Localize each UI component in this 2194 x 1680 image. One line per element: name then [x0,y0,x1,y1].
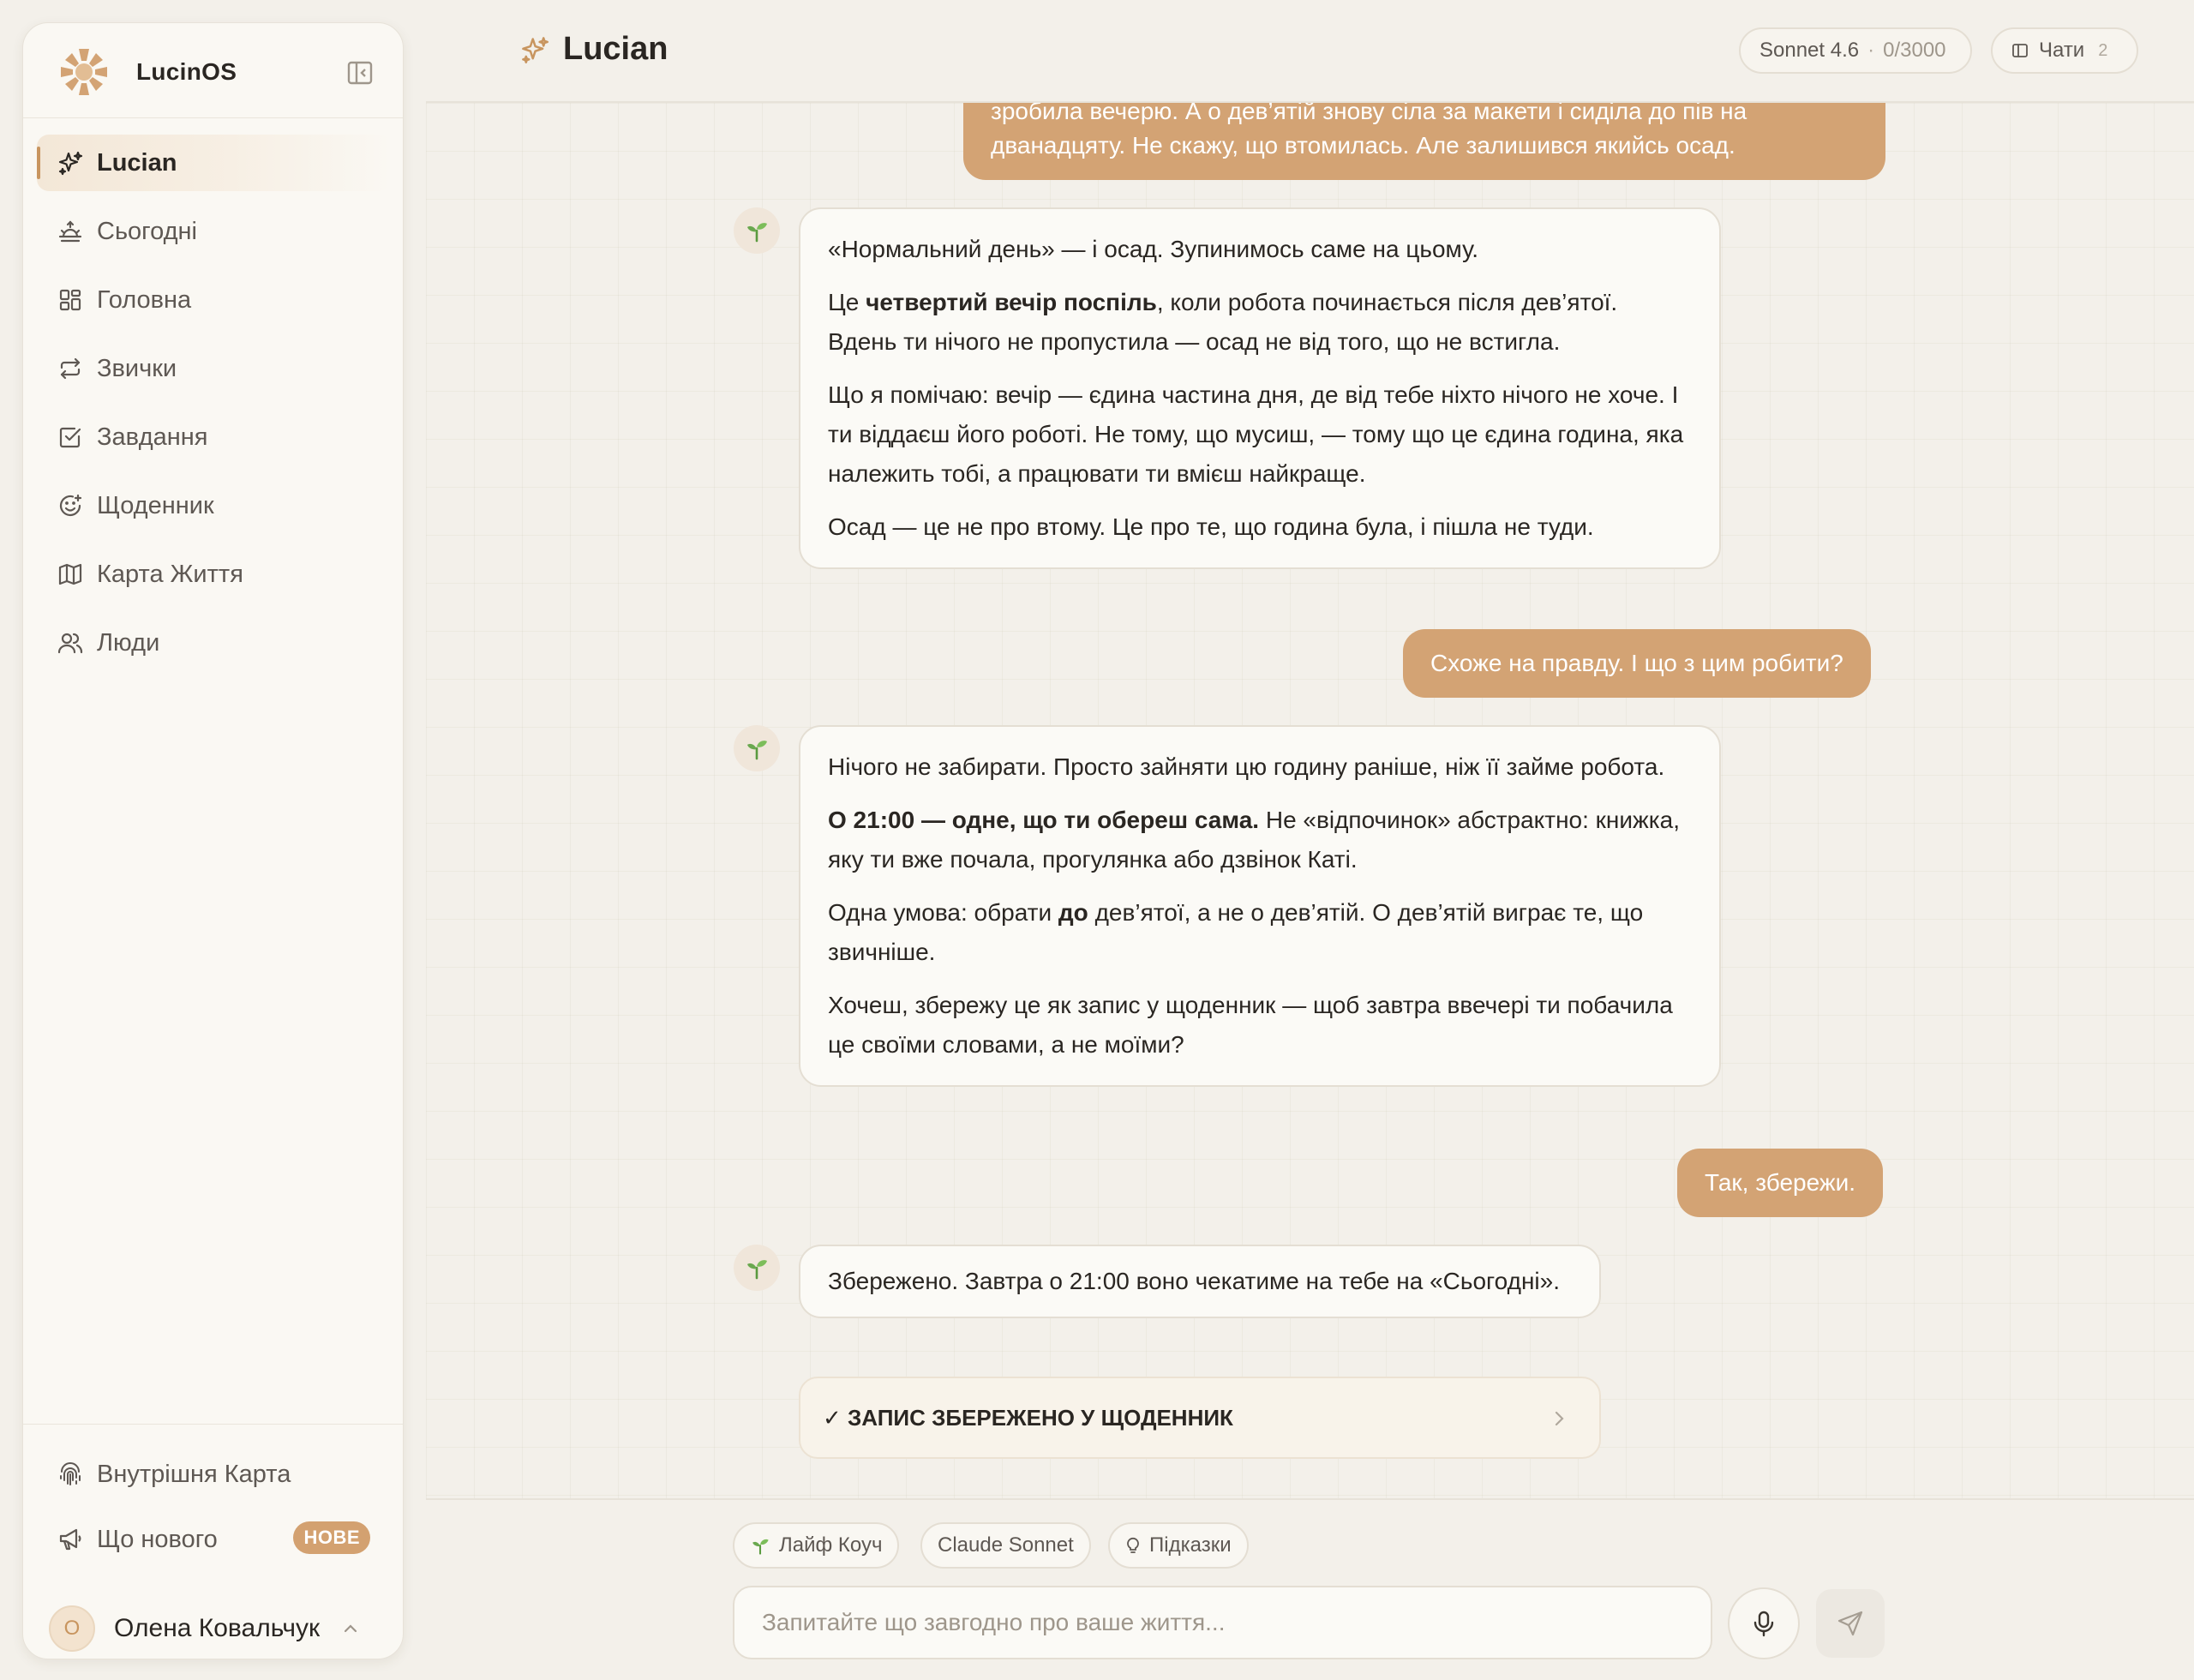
topbar: Lucian Sonnet 4.6 · 0/3000 Чати 2 [426,0,2194,103]
dashboard-icon [57,287,83,313]
microphone-icon [1752,1610,1776,1637]
sidebar-item-life-map[interactable]: Карта Життя [37,546,391,603]
user-message-line: дванадцяту. Не скажу, що втомилась. Але … [991,132,1735,159]
text-span: Це [828,289,866,315]
sidebar-item-label: Сьогодні [97,217,197,245]
sparkles-icon [57,150,83,176]
brand[interactable]: LucinOS [57,45,237,99]
bold-text: О 21:00 — одне, що ти обереш сама. [828,807,1260,833]
message-paragraph: Це четвертий вечір поспіль, коли робота … [828,283,1692,362]
chevron-right-icon [1550,1409,1568,1428]
model-selector[interactable]: Sonnet 4.6 · 0/3000 [1739,27,1972,74]
bold-text: до [1058,899,1088,926]
sidebar-item-people[interactable]: Люди [37,615,391,671]
message-paragraph: Збережено. Завтра о 21:00 воно чекатиме … [828,1268,1560,1294]
user-message: Так, збережи. [1677,1149,1884,1217]
sidebar-item-label: Щоденник [97,491,214,519]
message-paragraph: «Нормальний день» — і осад. Зупинимось с… [828,236,1479,262]
chip-label: Підказки [1149,1533,1232,1557]
message-paragraph: О 21:00 — одне, що ти обереш сама. Не «в… [828,801,1692,879]
separator-dot: · [1867,39,1875,62]
page-title: Lucian [520,31,668,68]
send-icon [1836,1609,1865,1638]
sidebar-item-habits[interactable]: Звички [37,340,391,397]
assistant-avatar [734,207,780,254]
sidebar-item-label: Люди [97,628,160,657]
mic-button[interactable] [1728,1587,1800,1659]
sidebar-divider [23,117,403,118]
lucinos-logo-icon [57,45,111,99]
user-menu[interactable]: О Олена Ковальчук [49,1602,379,1655]
assistant-avatar [734,725,780,771]
users-icon [57,630,83,656]
chip-hints[interactable]: Підказки [1108,1522,1249,1569]
panel-icon [2011,42,2029,59]
lightbulb-icon [1125,1536,1141,1555]
sidebar-item-tasks[interactable]: Завдання [37,409,391,465]
chip-label: Claude Sonnet [938,1533,1074,1557]
repeat-icon [57,356,83,381]
sidebar-item-home[interactable]: Головна [37,272,391,328]
sidebar-item-label: Звички [97,354,177,382]
send-button[interactable] [1816,1589,1885,1658]
sprout-icon [747,741,767,760]
page-title-text: Lucian [563,31,668,67]
sidebar-item-label: Lucian [97,148,177,177]
sidebar-item-label: Завдання [97,423,208,451]
sidebar-nav: Lucian Сьогодні Головна Звички Завдання … [37,135,391,683]
app-name: LucinOS [136,58,237,85]
assistant-message: Збережено. Завтра о 21:00 воно чекатиме … [799,1245,1601,1318]
bold-text: четвертий вечір поспіль [866,289,1157,315]
map-icon [57,561,83,587]
usage-count: 0/3000 [1883,39,1946,62]
message-paragraph: Що я помічаю: вечір — єдина частина дня,… [828,381,1684,487]
sidebar-item-label: Внутрішня Карта [97,1460,291,1488]
sidebar-item-label: Що нового [97,1525,218,1553]
sprout-icon [750,1535,770,1556]
user-name: Олена Ковальчук [114,1614,321,1642]
sidebar-item-label: Головна [97,285,192,314]
sidebar-divider [23,1424,403,1425]
sidebar-item-inner-map[interactable]: Внутрішня Карта [37,1446,391,1503]
sunrise-icon [57,219,83,244]
chats-count: 2 [2098,40,2108,60]
assistant-message: «Нормальний день» — і осад. Зупинимось с… [799,207,1721,569]
message-paragraph: Одна умова: обрати до дев’ятої, а не о д… [828,893,1692,972]
chats-button[interactable]: Чати 2 [1991,27,2138,74]
journal-saved-card[interactable]: ✓ ЗАПИС ЗБЕРЕЖЕНО У ЩОДЕННИК [799,1377,1601,1459]
fingerprint-icon [57,1461,83,1487]
message-paragraph: Нічого не забирати. Просто зайняти цю го… [828,753,1665,780]
sidebar: LucinOS Lucian Сьогодні Головна Звички З… [22,22,404,1659]
sidebar-item-journal[interactable]: Щоденник [37,477,391,534]
assistant-message: Нічого не забирати. Просто зайняти цю го… [799,725,1721,1087]
composer: Лайф Коуч Claude Sonnet Підказки [426,1498,2194,1680]
smile-icon [57,493,83,519]
sprout-icon [747,223,767,243]
assistant-avatar [734,1245,780,1291]
user-message: Схоже на правду. І що з цим робити? [1403,629,1871,698]
saved-card-label: ✓ ЗАПИС ЗБЕРЕЖЕНО У ЩОДЕННИК [823,1404,1233,1431]
chip-label: Лайф Коуч [779,1533,883,1557]
checkbox-icon [57,424,83,450]
sprout-icon [747,1260,767,1280]
message-paragraph: Хочеш, збережу це як запис у щоденник — … [828,992,1673,1058]
new-badge: НОВЕ [293,1521,370,1554]
sidebar-item-whats-new[interactable]: Що нового НОВЕ [37,1511,391,1568]
megaphone-icon [57,1527,83,1552]
chevron-up-icon [341,1619,360,1638]
chip-life-coach[interactable]: Лайф Коуч [733,1522,900,1569]
sparkles-icon [520,35,549,64]
chip-model[interactable]: Claude Sonnet [920,1522,1091,1569]
text-span: Одна умова: обрати [828,899,1058,926]
sidebar-bottom-nav: Внутрішня Карта Що нового НОВЕ [37,1446,391,1580]
message-input[interactable] [733,1586,1712,1659]
model-name: Sonnet 4.6 [1759,39,1860,62]
collapse-sidebar-icon[interactable] [346,59,374,87]
chats-label: Чати [2039,39,2085,62]
sidebar-item-today[interactable]: Сьогодні [37,203,391,260]
sidebar-item-label: Карта Життя [97,560,243,588]
message-paragraph: Осад — це не про втому. Це про те, що го… [828,513,1594,540]
sidebar-item-lucian[interactable]: Lucian [37,135,391,191]
avatar: О [49,1605,95,1652]
